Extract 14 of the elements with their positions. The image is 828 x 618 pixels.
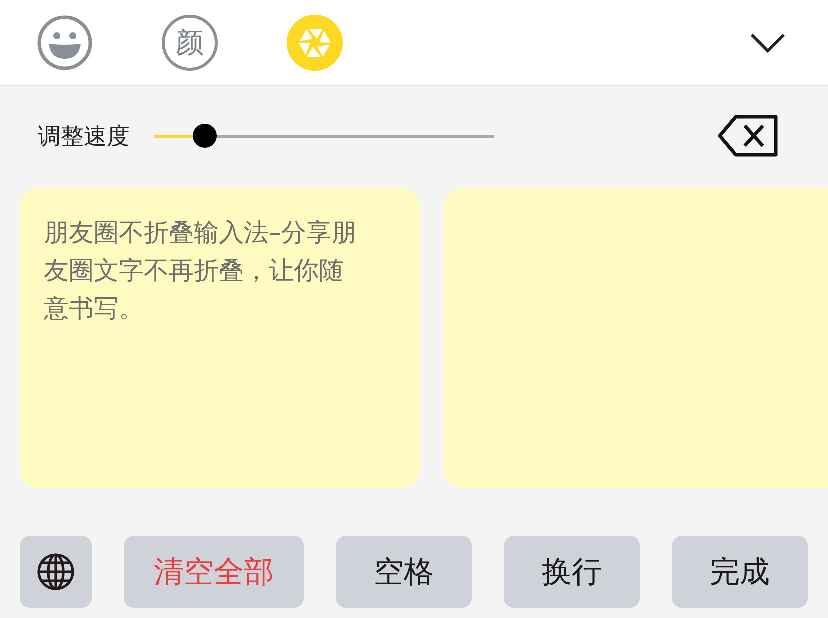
globe-key[interactable] <box>20 536 92 608</box>
speed-label: 调整速度 <box>38 122 130 152</box>
emoji-tab[interactable] <box>36 14 94 72</box>
phrase-text-line: 意书写。 <box>44 293 144 325</box>
keyboard-key[interactable]: 空格 <box>336 536 472 608</box>
backspace-icon[interactable] <box>718 115 780 157</box>
phrase-card[interactable]: 朋友圈不折叠输入法–分享朋 友圈文字不再折叠，让你随 意书写。 <box>20 188 420 488</box>
kaomoji-tab[interactable]: 颜 <box>162 14 218 70</box>
globe-icon <box>36 552 76 592</box>
slider-thumb[interactable] <box>193 124 217 148</box>
phrase-text-line: 友圈文字不再折叠，让你随 <box>44 255 344 287</box>
phrase-text-line: 朋友圈不折叠输入法–分享朋 <box>44 217 356 249</box>
keyboard-key[interactable]: 完成 <box>672 536 808 608</box>
keyboard-key[interactable]: 换行 <box>504 536 640 608</box>
